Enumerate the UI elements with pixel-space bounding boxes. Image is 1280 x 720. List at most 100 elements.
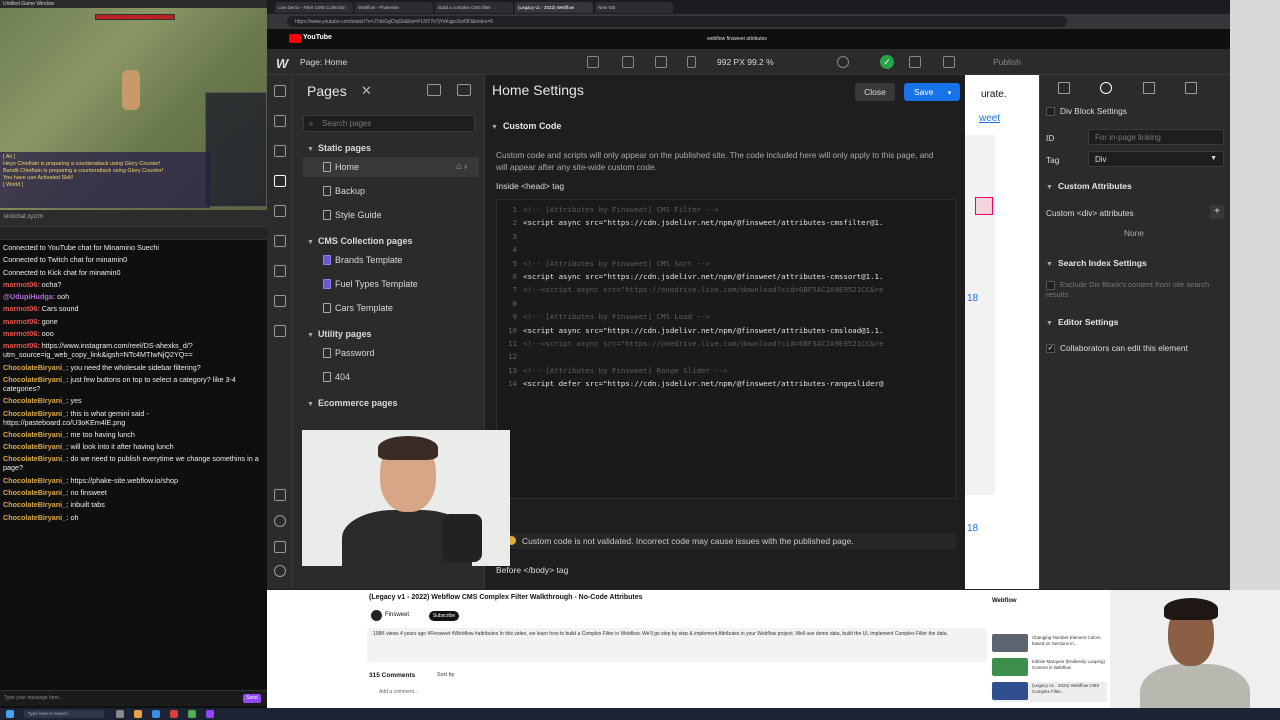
custom-attributes-section[interactable]: ▼ Custom Attributes: [1046, 181, 1132, 191]
triangle-down-icon: ▼: [1046, 184, 1053, 191]
related-video[interactable]: Changing Number Element Colors based on …: [992, 634, 1107, 654]
mobile-breakpoint-icon[interactable]: [687, 56, 696, 68]
page-selector[interactable]: Page: Home: [300, 57, 347, 67]
browser-tab[interactable]: New Tab: [595, 2, 673, 13]
video-description[interactable]: 108K views 4 years ago #Finsweet #Webflo…: [367, 628, 987, 662]
head-code-editor[interactable]: 1 <!-- [Attributes by Finsweet] CMS Filte…: [496, 199, 956, 499]
desktop-breakpoint-icon[interactable]: [587, 56, 599, 68]
share-icon[interactable]: [943, 56, 955, 68]
code-icon[interactable]: [909, 56, 921, 68]
chevron-down-icon[interactable]: ▾: [948, 90, 952, 97]
search-pages-input[interactable]: ⌕ Search pages: [303, 115, 475, 132]
settings-icon[interactable]: [274, 295, 286, 307]
close-icon[interactable]: ✕: [361, 83, 372, 99]
taskbar-app-icon[interactable]: [116, 710, 124, 718]
close-button[interactable]: Close: [855, 83, 895, 101]
youtube-logo-icon[interactable]: [289, 34, 301, 43]
custom-code-section[interactable]: ▼ Custom Code: [491, 121, 561, 131]
brush-icon[interactable]: [1058, 82, 1070, 94]
page-item[interactable]: Password: [303, 343, 479, 363]
gear-icon[interactable]: [1100, 82, 1113, 94]
navigator-icon[interactable]: [274, 115, 286, 127]
search-icon: ⌕: [309, 119, 314, 128]
id-input[interactable]: For in-page linking: [1088, 129, 1224, 145]
search-index-section[interactable]: ▼ Search Index Settings: [1046, 258, 1147, 268]
page-item[interactable]: Fuel Types Template: [303, 274, 479, 294]
page-folder[interactable]: ▼ CMS Collection pages: [307, 236, 412, 246]
collaborators-option[interactable]: ✓ Collaborators can edit this element: [1046, 343, 1188, 354]
related-video-title: (Legacy v1 - 2022) Webflow CMS Complex F…: [1032, 683, 1100, 694]
taskbar-app-icon[interactable]: [170, 710, 178, 718]
channel-name[interactable]: Finsweet: [385, 612, 409, 618]
chat-message-text: ooo: [41, 329, 54, 339]
chat-input[interactable]: Type your message here... Send: [0, 690, 267, 706]
tag-select[interactable]: Div ▼: [1088, 151, 1224, 167]
add-icon[interactable]: [274, 85, 286, 97]
windows-start-icon[interactable]: [6, 710, 14, 718]
youtube-logo-text[interactable]: YouTube: [303, 34, 332, 41]
page-item[interactable]: Brands Template: [303, 250, 479, 270]
page-folder[interactable]: ▼ Ecommerce pages: [307, 398, 397, 408]
page-item[interactable]: Cars Template: [303, 298, 479, 318]
publish-button[interactable]: Publish: [993, 57, 1021, 67]
browser-tab[interactable]: Live Demo - Filter CMS Collection: [275, 2, 353, 13]
checkmark-icon[interactable]: ✓: [880, 55, 894, 69]
new-folder-icon[interactable]: [427, 84, 441, 96]
browser-tab-active[interactable]: (Legacy v1 - 2022) Webflow: [515, 2, 593, 13]
page-item-label: Brands Template: [335, 255, 403, 265]
add-attribute-button[interactable]: +: [1210, 205, 1224, 219]
search-icon[interactable]: [274, 515, 286, 527]
exclude-checkbox[interactable]: [1046, 280, 1055, 290]
taskbar-app-icon[interactable]: [188, 710, 196, 718]
pages-icon[interactable]: [274, 175, 286, 187]
drops-icon[interactable]: [1142, 82, 1155, 94]
address-bar[interactable]: https://www.youtube.com/watch?v=J7obGgCt…: [287, 16, 1067, 27]
audit-icon[interactable]: [274, 489, 286, 501]
users-icon[interactable]: [274, 541, 286, 553]
canvas-link[interactable]: weet: [979, 113, 1000, 124]
taskbar-app-icon[interactable]: [206, 710, 214, 718]
bolt-icon[interactable]: [1184, 82, 1197, 94]
taskbar-app-icon[interactable]: [152, 710, 160, 718]
page-folder[interactable]: ▼ Static pages: [307, 143, 371, 153]
home-settings-icon[interactable]: ⌂ ›: [456, 161, 467, 171]
browser-tab[interactable]: Webflow - Phakesite: [355, 2, 433, 13]
page-folder[interactable]: ▼ Utility pages: [307, 329, 371, 339]
chat-message-text: Connected to Kick chat for minamin0: [3, 267, 121, 277]
layers-icon[interactable]: [274, 145, 286, 157]
channel-avatar[interactable]: [371, 610, 382, 621]
taskbar-search[interactable]: Type here to search: [24, 710, 104, 718]
related-video[interactable]: Infinite Marquee (Endlessly Looping) Con…: [992, 658, 1107, 678]
add-comment-input[interactable]: Add a comment...: [379, 689, 418, 695]
page-icon: [323, 372, 331, 382]
triangle-down-icon: ▼: [307, 239, 314, 246]
taskbar-app-icon[interactable]: [134, 710, 142, 718]
chat-username: ChocolateBiryani_:: [3, 475, 69, 485]
editor-settings-section[interactable]: ▼ Editor Settings: [1046, 317, 1118, 327]
ecommerce-icon[interactable]: [274, 235, 286, 247]
page-item[interactable]: 404: [303, 367, 479, 387]
page-item[interactable]: Style Guide: [303, 205, 479, 225]
design-canvas[interactable]: urate. weet 18 18: [965, 75, 1039, 589]
webflow-logo[interactable]: W: [276, 56, 288, 71]
chat-send-button[interactable]: Send: [243, 694, 261, 703]
apps-icon[interactable]: [274, 325, 286, 337]
undo-icon[interactable]: [837, 56, 849, 68]
page-item[interactable]: Home ⌂ ›: [303, 157, 479, 177]
browser-tab[interactable]: Build a complex CMS filter: [435, 2, 513, 13]
chat-url-bar[interactable]: kickchat.xyz/m: [0, 210, 267, 227]
cms-icon[interactable]: [274, 205, 286, 217]
save-button[interactable]: Save ▾: [904, 83, 960, 101]
subscribe-button[interactable]: Subscribe: [429, 611, 459, 621]
tablet-breakpoint-icon[interactable]: [622, 56, 634, 68]
help-icon[interactable]: [274, 565, 286, 577]
assets-icon[interactable]: [274, 265, 286, 277]
collaborators-checkbox[interactable]: ✓: [1046, 344, 1055, 354]
related-video[interactable]: (Legacy v1 - 2022) Webflow CMS Complex F…: [992, 682, 1107, 702]
youtube-search-text[interactable]: webflow finsweet attributes: [637, 33, 837, 45]
new-page-icon[interactable]: [457, 84, 471, 96]
landscape-breakpoint-icon[interactable]: [655, 56, 667, 68]
exclude-search-option[interactable]: Exclude Div Block's content from site se…: [1046, 280, 1216, 300]
page-item[interactable]: Backup: [303, 181, 479, 201]
sort-by-button[interactable]: Sort by: [437, 672, 454, 678]
